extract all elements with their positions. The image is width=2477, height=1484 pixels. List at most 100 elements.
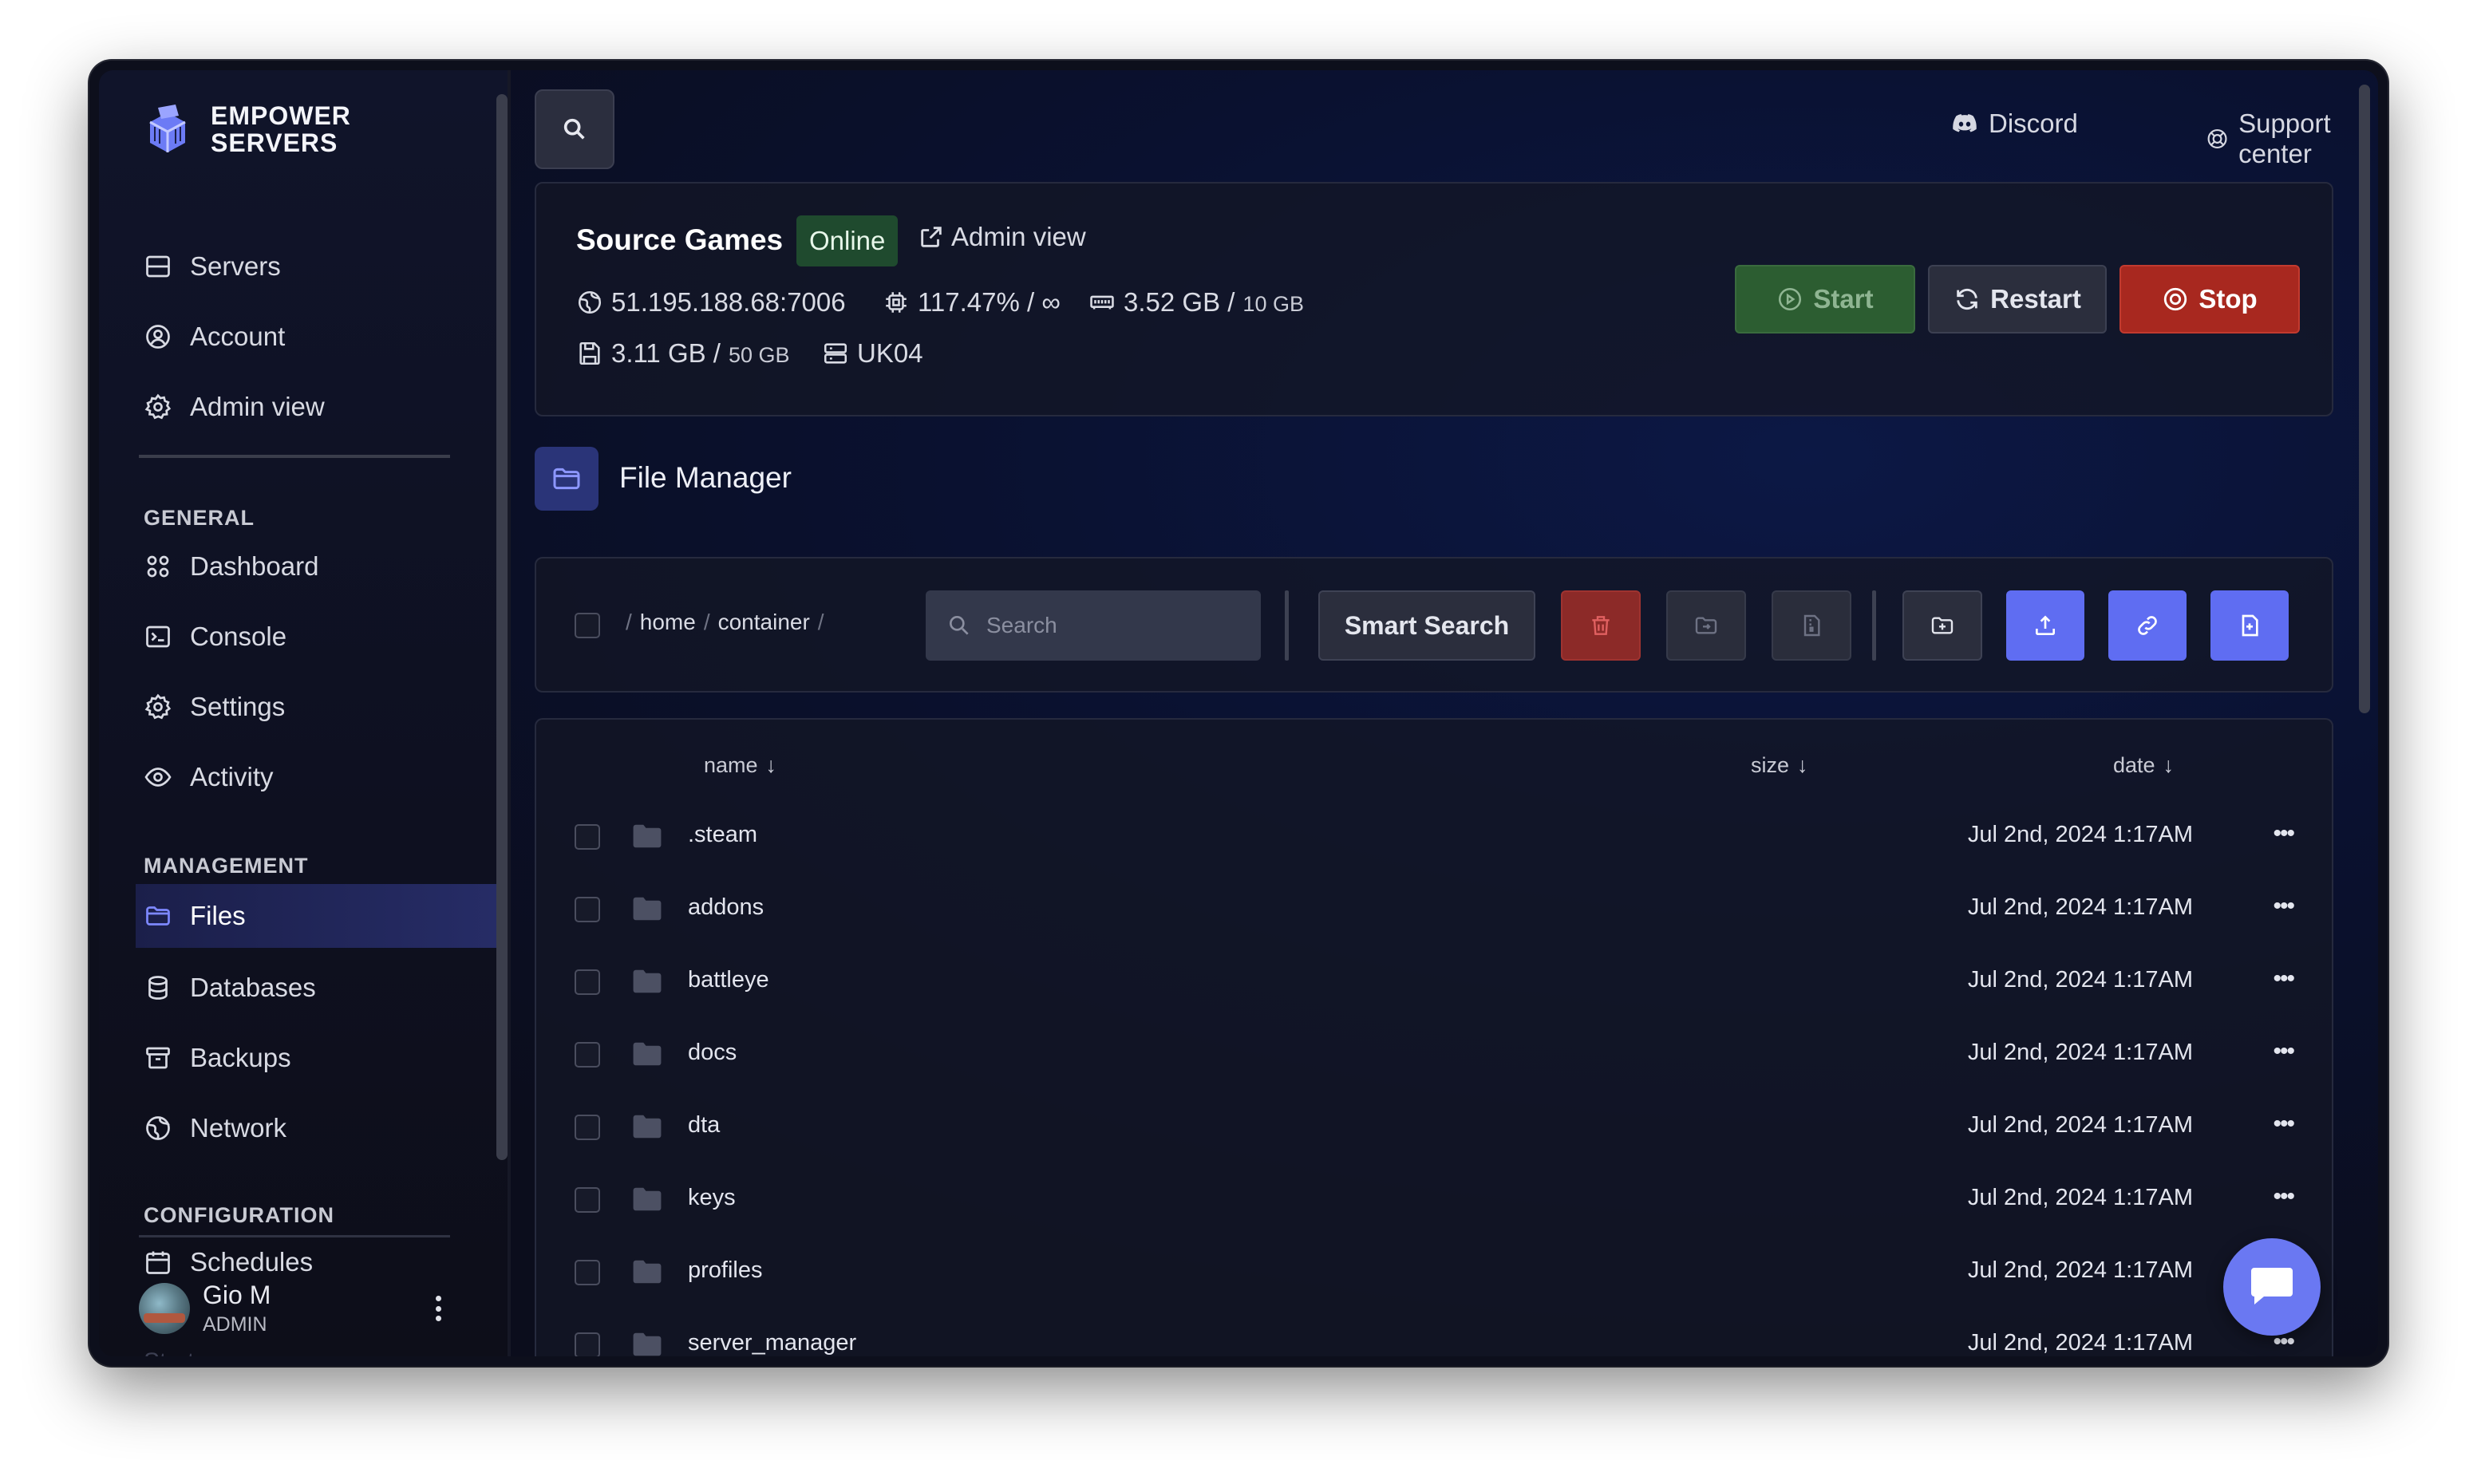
more-options-icon[interactable]: ••• <box>2273 1111 2294 1138</box>
move-button[interactable] <box>1666 590 1746 661</box>
row-checkbox[interactable] <box>575 1260 600 1285</box>
sidebar-item-settings[interactable]: Settings <box>144 677 487 737</box>
brand[interactable]: EMPOWER SERVERS <box>144 102 386 156</box>
new-file-button[interactable] <box>2210 590 2289 661</box>
server-memory: 3.52 GB / 10 GB <box>1088 287 1304 318</box>
sidebar-item-console[interactable]: Console <box>144 606 487 667</box>
more-options-icon[interactable]: ••• <box>2273 1038 2294 1065</box>
table-row[interactable]: profilesJul 2nd, 2024 1:17AM••• <box>536 1237 2332 1308</box>
database-icon <box>148 976 168 1000</box>
smart-search-button[interactable]: Smart Search <box>1318 590 1535 661</box>
table-row[interactable]: .steam Jul 2nd, 2024 1:17AM ••• <box>536 801 2332 873</box>
more-options-icon[interactable]: ••• <box>2273 1183 2294 1210</box>
sidebar-item-network[interactable]: Network <box>144 1098 487 1158</box>
file-date: Jul 2nd, 2024 1:17AM <box>1967 1257 2193 1283</box>
brand-name-line2: SERVERS <box>211 128 338 157</box>
chat-button[interactable] <box>2223 1238 2321 1336</box>
sidebar-item-admin-view[interactable]: Admin view <box>144 377 487 437</box>
table-row[interactable]: server_manager Jul 2nd, 2024 1:17AM ••• <box>536 1309 2332 1356</box>
restart-button[interactable]: Restart <box>1928 265 2107 334</box>
column-size[interactable]: size ↓ <box>1751 753 1808 778</box>
table-row[interactable]: docs Jul 2nd, 2024 1:17AM ••• <box>536 1019 2332 1091</box>
table-row[interactable]: keys Jul 2nd, 2024 1:17AM ••• <box>536 1164 2332 1236</box>
breadcrumb-home[interactable]: home <box>640 610 696 635</box>
file-date: Jul 2nd, 2024 1:17AM <box>1967 1112 2193 1138</box>
folder-icon <box>633 897 662 921</box>
stop-button[interactable]: Stop <box>2119 265 2300 334</box>
sidebar-item-backups[interactable]: Backups <box>144 1028 487 1088</box>
stop-circle-icon <box>2164 287 2187 311</box>
sidebar-item-startup[interactable]: Startup <box>144 1348 221 1356</box>
sidebar-item-files[interactable]: Files <box>136 884 500 948</box>
sidebar-item-dashboard[interactable]: Dashboard <box>144 536 487 597</box>
sidebar-divider <box>139 455 450 458</box>
table-row[interactable]: dta Jul 2nd, 2024 1:17AM ••• <box>536 1091 2332 1163</box>
row-checkbox[interactable] <box>575 1042 600 1068</box>
terminal-icon <box>146 626 170 648</box>
start-button[interactable]: Start <box>1735 265 1915 334</box>
main-scrollbar[interactable] <box>2359 85 2370 713</box>
discord-link[interactable]: Discord <box>1950 109 2078 139</box>
row-checkbox[interactable] <box>575 1115 600 1140</box>
server-cpu: 117.47% / ∞ <box>883 287 1061 318</box>
delete-button[interactable] <box>1561 590 1641 661</box>
column-name[interactable]: name ↓ <box>704 753 776 778</box>
column-date[interactable]: date ↓ <box>2113 753 2174 778</box>
sidebar-item-activity[interactable]: Activity <box>144 747 487 807</box>
chat-bubble-icon <box>2251 1268 2293 1304</box>
row-checkbox[interactable] <box>575 1187 600 1213</box>
file-name[interactable]: dta <box>688 1112 720 1139</box>
select-all-checkbox[interactable] <box>575 613 600 638</box>
row-checkbox[interactable] <box>575 969 600 995</box>
file-name[interactable]: profiles <box>688 1257 763 1284</box>
user-menu-icon[interactable] <box>426 1291 450 1326</box>
sidebar-item-account[interactable]: Account <box>144 306 487 367</box>
section-general-heading: GENERAL <box>144 506 255 530</box>
archive-button[interactable] <box>1772 590 1851 661</box>
sidebar-scrollbar[interactable] <box>496 94 508 1160</box>
row-checkbox[interactable] <box>575 824 600 850</box>
file-date: Jul 2nd, 2024 1:17AM <box>1967 1040 2193 1065</box>
admin-view-link[interactable]: Admin view <box>918 222 1086 252</box>
new-folder-button[interactable] <box>1902 590 1982 661</box>
file-name[interactable]: keys <box>688 1185 736 1211</box>
server-icon <box>824 343 847 364</box>
row-checkbox[interactable] <box>575 897 600 922</box>
pull-link-button[interactable] <box>2108 590 2187 661</box>
sidebar-item-databases[interactable]: Databases <box>144 957 487 1018</box>
sidebar-item-servers[interactable]: Servers <box>144 236 487 297</box>
search-icon <box>950 616 969 635</box>
more-options-icon[interactable]: ••• <box>2273 893 2294 920</box>
folder-move-icon <box>1695 617 1717 634</box>
file-name[interactable]: addons <box>688 894 764 921</box>
file-date: Jul 2nd, 2024 1:17AM <box>1967 1330 2193 1356</box>
search-placeholder: Search <box>986 613 1057 637</box>
folder-plus-icon <box>1931 617 1954 634</box>
breadcrumb-container[interactable]: container <box>718 610 810 635</box>
app-content: EMPOWER SERVERS Servers Account Admin vi… <box>99 70 2378 1356</box>
file-name[interactable]: battleye <box>688 967 769 993</box>
user-card[interactable]: Gio M ADMIN <box>139 1277 458 1340</box>
server-node: UK04 <box>822 338 923 369</box>
upload-button[interactable] <box>2006 590 2084 661</box>
row-checkbox[interactable] <box>575 1332 600 1356</box>
more-options-icon[interactable]: ••• <box>2273 820 2294 847</box>
folder-icon <box>633 1187 662 1211</box>
user-divider <box>139 1235 450 1237</box>
sidebar-item-label: Files <box>190 901 246 930</box>
table-row[interactable]: battleye Jul 2nd, 2024 1:17AM ••• <box>536 946 2332 1018</box>
lifebuoy-icon <box>2207 128 2227 149</box>
file-name[interactable]: .steam <box>688 822 757 848</box>
search-input[interactable]: Search <box>926 590 1261 661</box>
search-button[interactable] <box>535 89 614 169</box>
folder-icon <box>633 969 662 993</box>
server-address: 51.195.188.68:7006 <box>576 287 846 318</box>
sort-arrow-icon: ↓ <box>1797 753 1808 777</box>
support-center-link[interactable]: Support center <box>2206 109 2378 169</box>
more-options-icon[interactable]: ••• <box>2273 965 2294 993</box>
file-name[interactable]: docs <box>688 1040 737 1066</box>
gear-icon <box>144 393 172 420</box>
file-name[interactable]: server_manager <box>688 1330 856 1356</box>
calendar-icon <box>146 1251 170 1274</box>
table-row[interactable]: addons Jul 2nd, 2024 1:17AM ••• <box>536 874 2332 945</box>
